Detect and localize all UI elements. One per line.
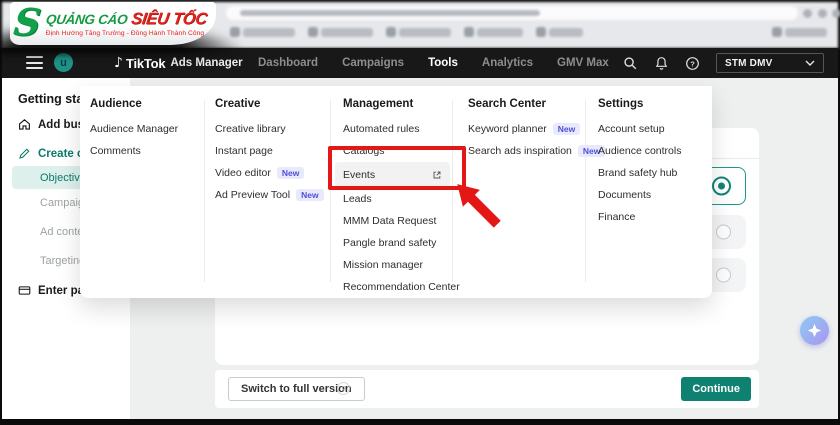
menu-divider [204, 100, 205, 282]
bookmark-favicon [230, 27, 240, 37]
menu-item-search-ads-inspiration[interactable]: Search ads inspiration New [468, 140, 605, 162]
continue-button[interactable]: Continue [681, 377, 751, 401]
account-name: STM DMV [725, 58, 773, 69]
menu-item-instant-page[interactable]: Instant page [215, 140, 324, 162]
menu-divider [330, 100, 331, 282]
menu-column-header: Search Center [468, 92, 605, 116]
bookmark-item[interactable] [321, 28, 373, 37]
brand-suffix: Ads Manager [170, 57, 242, 69]
menu-item-creative-library[interactable]: Creative library [215, 118, 324, 140]
new-badge: New [277, 167, 304, 179]
menu-item-comments[interactable]: Comments [90, 140, 178, 162]
bookmark-item[interactable] [477, 28, 523, 37]
menu-item-brand-safety-hub[interactable]: Brand safety hub [598, 162, 681, 184]
nav-item-tools[interactable]: Tools [428, 57, 458, 69]
bookmarks-folder-label[interactable] [785, 28, 827, 37]
menu-item-catalogs[interactable]: Catalogs [343, 140, 460, 162]
bookmark-favicon [464, 27, 474, 37]
ai-assistant-fab[interactable] [800, 316, 829, 345]
menu-item-keyword-planner[interactable]: Keyword planner New [468, 118, 605, 140]
workspace: Getting started Add business in Create c… [2, 78, 838, 419]
bookmarks-folder-icon[interactable] [772, 27, 782, 37]
menu-column-header: Creative [215, 92, 324, 116]
brand-name: TikTok [126, 56, 166, 71]
account-selector-dropdown[interactable]: STM DMV [716, 53, 824, 73]
radio-unselected-icon[interactable] [716, 268, 731, 283]
menu-item-label: Video editor [215, 167, 271, 179]
hamburger-menu-icon[interactable] [26, 56, 43, 69]
bookmark-item[interactable] [549, 28, 583, 37]
tiktok-note-icon: ♪ [114, 55, 123, 71]
browser-extension-icon[interactable] [803, 9, 812, 18]
menu-item-finance[interactable]: Finance [598, 206, 681, 228]
browser-address-bar[interactable] [226, 6, 798, 20]
svg-text:?: ? [690, 59, 695, 68]
primary-nav: Dashboard Campaigns Tools Analytics GMV … [258, 48, 609, 78]
search-icon[interactable] [623, 56, 638, 71]
menu-column-creative: Creative Creative library Instant page V… [215, 92, 324, 206]
menu-item-audience-manager[interactable]: Audience Manager [90, 118, 178, 140]
menu-item-label: Ad Preview Tool [215, 189, 290, 201]
menu-item-events-highlighted[interactable]: Events [335, 162, 450, 188]
info-help-icon[interactable]: ? [337, 382, 350, 395]
pencil-icon [18, 147, 31, 160]
menu-column-search-center: Search Center Keyword planner New Search… [468, 92, 605, 162]
bookmark-item[interactable] [243, 28, 295, 37]
bookmark-item[interactable] [399, 28, 451, 37]
nav-item-gmv-max[interactable]: GMV Max [557, 57, 609, 69]
menu-item-ad-preview-tool[interactable]: Ad Preview Tool New [215, 184, 324, 206]
menu-column-management: Management Automated rules Catalogs Even… [343, 92, 460, 298]
menu-item-audience-controls[interactable]: Audience controls [598, 140, 681, 162]
menu-column-header: Management [343, 92, 460, 116]
menu-item-leads[interactable]: Leads [343, 188, 460, 210]
bookmark-favicon [386, 27, 396, 37]
menu-item-mission-manager[interactable]: Mission manager [343, 254, 460, 276]
menu-item-account-setup[interactable]: Account setup [598, 118, 681, 140]
menu-item-documents[interactable]: Documents [598, 184, 681, 206]
navbar-right: ? STM DMV [623, 48, 824, 78]
menu-item-video-editor[interactable]: Video editor New [215, 162, 324, 184]
payment-card-icon [18, 284, 31, 297]
menu-item-label: Keyword planner [468, 123, 547, 135]
bottom-border [0, 419, 840, 425]
nav-item-dashboard[interactable]: Dashboard [258, 57, 318, 69]
menu-item-mmm-data-request[interactable]: MMM Data Request [343, 210, 460, 232]
notifications-bell-icon[interactable] [654, 56, 669, 71]
new-badge: New [296, 189, 323, 201]
nav-item-campaigns[interactable]: Campaigns [342, 57, 404, 69]
menu-column-header: Settings [598, 92, 681, 116]
menu-column-header: Audience [90, 92, 178, 116]
radio-unselected-icon[interactable] [716, 225, 731, 240]
tools-mega-menu: Audience Audience Manager Comments Creat… [80, 86, 712, 298]
menu-item-pangle-brand-safety[interactable]: Pangle brand safety [343, 232, 460, 254]
chevron-down-icon [805, 60, 815, 66]
external-link-icon [432, 170, 442, 180]
bookmark-favicon [308, 27, 318, 37]
screenshot-frame: u ♪ TikTok Ads Manager Dashboard Campaig… [0, 0, 840, 425]
menu-column-settings: Settings Account setup Audience controls… [598, 92, 681, 228]
radio-selected-icon[interactable] [712, 177, 731, 196]
menu-item-automated-rules[interactable]: Automated rules [343, 118, 460, 140]
menu-item-label: Search ads inspiration [468, 145, 572, 157]
browser-menu-icon[interactable] [832, 9, 840, 18]
footer-action-bar: Switch to full version ? Continue [215, 370, 759, 408]
browser-chrome [2, 2, 838, 48]
menu-item-recommendation-center[interactable]: Recommendation Center [343, 276, 460, 298]
menu-column-audience: Audience Audience Manager Comments [90, 92, 178, 162]
nav-item-analytics[interactable]: Analytics [482, 57, 533, 69]
help-icon[interactable]: ? [685, 56, 700, 71]
user-avatar[interactable]: u [54, 53, 73, 72]
browser-profile-icon[interactable] [818, 9, 827, 18]
top-navbar: u ♪ TikTok Ads Manager Dashboard Campaig… [2, 48, 838, 78]
bookmark-favicon [536, 27, 546, 37]
red-annotation-arrow [452, 182, 506, 232]
menu-item-label: Events [343, 169, 375, 181]
browser-url-blur [240, 10, 540, 16]
new-badge: New [553, 123, 580, 135]
sparkle-icon [806, 322, 823, 339]
home-icon [18, 118, 31, 131]
tiktok-ads-manager-logo[interactable]: ♪ TikTok Ads Manager [114, 48, 243, 78]
